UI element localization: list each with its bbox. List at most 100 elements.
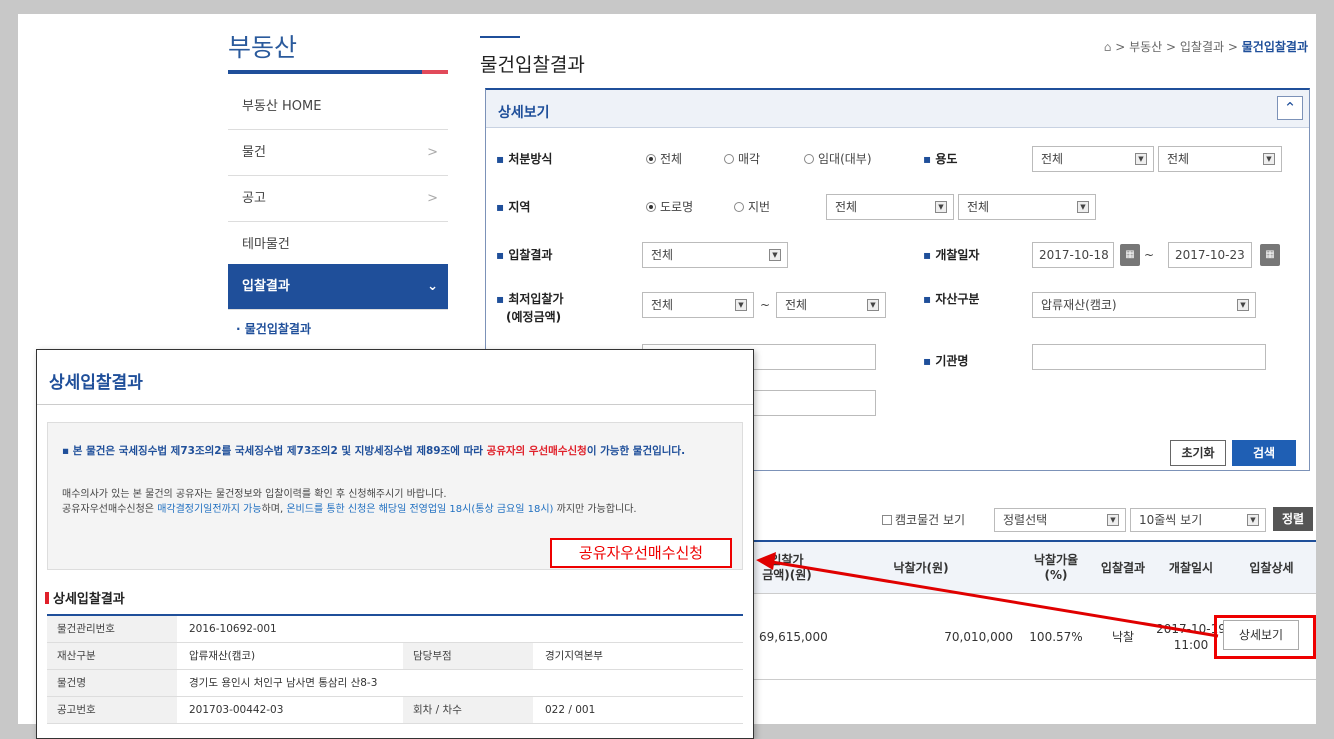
region-label: 지역 xyxy=(496,198,530,215)
search-panel-header: 상세보기 ⌃ xyxy=(486,90,1309,128)
sidebar-item-home[interactable]: 부동산 HOME xyxy=(228,84,448,130)
min-price-from-select[interactable]: 전체 ▼ xyxy=(642,292,754,318)
select-value: 10줄씩 보기 xyxy=(1139,513,1203,527)
select-value: 전체 xyxy=(651,298,674,312)
notice-bold-text: ▪ 본 물건은 국세징수법 제73조의2를 국세징수법 제73조의2 및 지방세… xyxy=(62,445,686,457)
calendar-icon[interactable]: ▦ xyxy=(1260,244,1280,266)
breadcrumb-path: > 부동산 > 입찰결과 > xyxy=(1115,40,1238,54)
priority-notice: ▪ 본 물건은 국세징수법 제73조의2를 국세징수법 제73조의2 및 지방세… xyxy=(47,422,743,570)
col-bid-detail: 입찰상세 xyxy=(1249,560,1294,575)
notice-text-1: 본 물건은 국세징수법 제73조의2를 국세징수법 제73조의2 및 지방세징수… xyxy=(72,445,487,457)
sidebar-item-notice[interactable]: 공고 > xyxy=(228,176,448,222)
select-value: 전체 xyxy=(967,200,990,214)
notice-line-2b: 하며, xyxy=(261,504,287,515)
row-key: 회차 / 차수 xyxy=(403,697,533,723)
chevron-up-icon[interactable]: ⌃ xyxy=(1277,96,1303,120)
asset-type-select[interactable]: 압류재산(캠코) ▼ xyxy=(1032,292,1256,318)
radio-label: 임대(대부) xyxy=(818,152,872,166)
sidebar-item-label: 테마물건 xyxy=(242,237,290,252)
sidebar-item-property[interactable]: 물건 > xyxy=(228,130,448,176)
page-size-select[interactable]: 10줄씩 보기 ▼ xyxy=(1130,508,1266,532)
detail-popup: 상세입찰결과 ▪ 본 물건은 국세징수법 제73조의2를 국세징수법 제73조의… xyxy=(36,349,754,739)
min-price-label: 최저입찰가 (예정금액) xyxy=(496,290,564,326)
min-price-to-select[interactable]: 전체 ▼ xyxy=(776,292,886,318)
notice-blue-1: 매각결정기일전까지 가능 xyxy=(157,504,262,515)
bid-result-label: 입찰결과 xyxy=(496,246,552,263)
disposal-label: 처분방식 xyxy=(496,150,552,167)
range-tilde: ~ xyxy=(760,298,771,312)
dropdown-arrow-icon: ▼ xyxy=(1263,153,1275,165)
open-date-to[interactable]: 2017-10-23 xyxy=(1168,242,1252,268)
select-value: 전체 xyxy=(651,248,674,262)
dropdown-arrow-icon: ▼ xyxy=(1135,153,1147,165)
popup-section-title: 상세입찰결과 xyxy=(45,588,125,607)
select-value: 전체 xyxy=(785,298,808,312)
search-button[interactable]: 검색 xyxy=(1232,440,1296,466)
region-select-2[interactable]: 전체 ▼ xyxy=(958,194,1096,220)
dropdown-arrow-icon: ▼ xyxy=(769,249,781,261)
select-value: 압류재산(캠코) xyxy=(1041,298,1117,312)
min-price-label-line2: (예정금액) xyxy=(506,310,562,324)
region-radio-lot[interactable]: 지번 xyxy=(734,198,770,215)
sort-button[interactable]: 정렬 xyxy=(1273,507,1313,531)
asset-type-label: 자산구분 xyxy=(923,290,979,307)
notice-text-red: 공유자의 우선매수신청 xyxy=(486,445,587,457)
row-value: 022 / 001 xyxy=(545,704,596,716)
checkbox-box[interactable] xyxy=(882,515,892,525)
table-row: 재산구분 압류재산(캠코) 담당부점 경기지역본부 xyxy=(47,643,743,670)
col-bid-price: 입찰가 금액)(원) xyxy=(762,553,812,582)
sidebar-subitem-property-bid-results[interactable]: · 물건입찰결과 xyxy=(236,320,311,337)
col-winning-rate: 낙찰가율 (%) xyxy=(1033,553,1079,582)
bid-result-select[interactable]: 전체 ▼ xyxy=(642,242,788,268)
select-value: 전체 xyxy=(835,200,858,214)
open-date-from[interactable]: 2017-10-18 xyxy=(1032,242,1114,268)
sidebar-item-bid-results[interactable]: 입찰결과 ⌄ xyxy=(228,264,448,310)
notice-body: 매수의사가 있는 본 물건의 공유자는 물건정보와 입찰이력를 확인 후 신청해… xyxy=(62,487,722,517)
row-value: 2016-10692-001 xyxy=(189,623,277,635)
sidebar-item-label: 부동산 HOME xyxy=(242,99,322,114)
calendar-icon[interactable]: ▦ xyxy=(1120,244,1140,266)
table-row: 공고번호 201703-00442-03 회차 / 차수 022 / 001 xyxy=(47,697,743,724)
row-key: 물건명 xyxy=(47,670,177,696)
popup-detail-table: 물건관리번호 2016-10692-001 재산구분 압류재산(캠코) 담당부점… xyxy=(47,614,743,724)
breadcrumb: ⌂ > 부동산 > 입찰결과 > 물건입찰결과 xyxy=(1104,38,1308,55)
popup-title: 상세입찰결과 xyxy=(49,373,143,393)
home-icon[interactable]: ⌂ xyxy=(1104,40,1112,54)
radio-label: 전체 xyxy=(660,152,683,166)
dropdown-arrow-icon: ▼ xyxy=(935,201,947,213)
table-row: 물건관리번호 2016-10692-001 xyxy=(47,616,743,643)
sidebar-item-label: 공고 xyxy=(242,191,266,206)
disposal-radio-all[interactable]: 전체 xyxy=(646,150,682,167)
row-value: 경기지역본부 xyxy=(545,650,603,662)
row-key: 공고번호 xyxy=(47,697,177,723)
col-open-datetime: 개찰일시 xyxy=(1168,560,1214,575)
results-table-header: 입찰가 금액)(원) 낙찰가(원) 낙찰가율 (%) 입찰결과 개찰일시 입찰상… xyxy=(753,540,1316,594)
open-time: 11:00 xyxy=(1173,638,1209,652)
sort-select[interactable]: 정렬선택 ▼ xyxy=(994,508,1126,532)
co-owner-priority-button[interactable]: 공유자우선매수신청 xyxy=(550,538,732,568)
dropdown-arrow-icon: ▼ xyxy=(867,299,879,311)
kamco-only-checkbox[interactable]: 캠코물건 보기 xyxy=(882,511,965,528)
region-select-1[interactable]: 전체 ▼ xyxy=(826,194,954,220)
usage-select-2[interactable]: 전체 ▼ xyxy=(1158,146,1282,172)
disposal-radio-lease[interactable]: 임대(대부) xyxy=(804,150,872,167)
annotation-highlight-box xyxy=(1214,615,1316,659)
col-bid-result: 입찰결과 xyxy=(1100,560,1146,575)
region-radio-road[interactable]: 도로명 xyxy=(646,198,693,215)
popup-divider xyxy=(37,404,753,405)
select-value: 정렬선택 xyxy=(1003,513,1048,527)
row-key: 담당부점 xyxy=(403,643,533,669)
dropdown-arrow-icon: ▼ xyxy=(1077,201,1089,213)
min-price-label-line1: 최저입찰가 xyxy=(508,292,564,306)
disposal-radio-sale[interactable]: 매각 xyxy=(724,150,760,167)
cell-winning-rate: 100.57% xyxy=(1029,630,1083,644)
reset-button[interactable]: 초기화 xyxy=(1170,440,1226,466)
row-value: 경기도 용인시 처인구 남사면 통삼리 산8-3 xyxy=(189,677,378,689)
usage-select-1[interactable]: 전체 ▼ xyxy=(1032,146,1154,172)
search-panel-title: 상세보기 xyxy=(498,105,550,121)
select-value: 전체 xyxy=(1167,152,1190,166)
notice-text-2: 이 가능한 물건입니다. xyxy=(586,445,686,457)
sidebar-item-theme[interactable]: 테마물건 xyxy=(228,222,448,268)
agency-input[interactable] xyxy=(1032,344,1266,370)
agency-label: 기관명 xyxy=(923,352,968,369)
